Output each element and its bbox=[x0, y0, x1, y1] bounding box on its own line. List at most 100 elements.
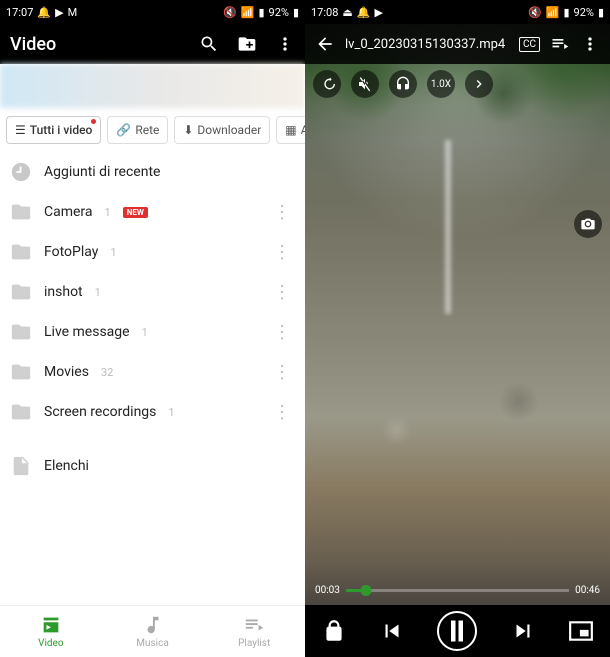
queue-icon[interactable] bbox=[550, 34, 570, 54]
document-icon bbox=[10, 455, 32, 477]
time-total: 00:46 bbox=[575, 585, 600, 596]
tab-label: Video bbox=[38, 638, 63, 649]
search-icon[interactable] bbox=[199, 34, 219, 54]
bell-icon: 🔔 bbox=[37, 6, 51, 19]
time-current: 00:03 bbox=[315, 585, 340, 596]
status-bar: 17:07 🔔 ▶ M 🔇 📶 ▮ 92% ▮ bbox=[0, 0, 305, 24]
folder-row[interactable]: Live message 1 ⋮ bbox=[0, 312, 305, 352]
tab-playlist[interactable]: Playlist bbox=[203, 606, 305, 657]
filter-chips: ☰ Tutti i video 🔗 Rete ⬇ Downloader ▦ Ap… bbox=[0, 108, 305, 152]
recent-row[interactable]: Aggiunti di recente bbox=[0, 152, 305, 192]
battery-icon: ▮ bbox=[598, 6, 604, 19]
folder-name: inshot bbox=[44, 284, 83, 300]
folder-icon bbox=[10, 361, 32, 383]
next-overlay-icon[interactable] bbox=[465, 70, 493, 98]
folder-count: 1 bbox=[105, 206, 111, 219]
playback-speed[interactable]: 1.0X bbox=[427, 70, 455, 98]
folder-count: 1 bbox=[95, 286, 101, 299]
folder-row[interactable]: Movies 32 ⋮ bbox=[0, 352, 305, 392]
mute-icon: 🔇 bbox=[528, 6, 542, 19]
pause-button[interactable] bbox=[437, 611, 477, 651]
row-more-icon[interactable]: ⋮ bbox=[269, 242, 295, 263]
app-bar: Video bbox=[0, 24, 305, 64]
folder-row[interactable]: Screen recordings 1 ⋮ bbox=[0, 392, 305, 432]
tab-video[interactable]: Video bbox=[0, 606, 102, 657]
folder-row[interactable]: Camera 1 NEW ⋮ bbox=[0, 192, 305, 232]
youtube-icon: ▶ bbox=[55, 6, 63, 19]
player-top-bar: lv_0_20230315130337.mp4 CC bbox=[305, 24, 610, 64]
chip-label: Tutti i video bbox=[30, 123, 93, 137]
row-more-icon[interactable]: ⋮ bbox=[269, 362, 295, 383]
screenshot-icon[interactable] bbox=[574, 210, 602, 238]
video-browser-panel: 17:07 🔔 ▶ M 🔇 📶 ▮ 92% ▮ Video ☰ Tutti i … bbox=[0, 0, 305, 657]
headphones-icon[interactable] bbox=[389, 70, 417, 98]
next-icon[interactable] bbox=[510, 618, 536, 644]
folder-row[interactable]: FotoPlay 1 ⋮ bbox=[0, 232, 305, 272]
recent-label: Aggiunti di recente bbox=[44, 164, 160, 180]
new-badge: NEW bbox=[123, 207, 148, 218]
folder-name: Screen recordings bbox=[44, 404, 156, 420]
player-overlay-row: 1.0X bbox=[313, 70, 493, 98]
clock-icon bbox=[10, 161, 32, 183]
list-icon: ☰ bbox=[15, 123, 26, 137]
wifi-icon: 📶 bbox=[546, 6, 560, 19]
more-icon[interactable] bbox=[580, 34, 600, 54]
tab-label: Musica bbox=[136, 638, 169, 649]
battery-text: 92% bbox=[269, 6, 289, 19]
wifi-icon: 📶 bbox=[241, 6, 255, 19]
folder-row[interactable]: inshot 1 ⋮ bbox=[0, 272, 305, 312]
video-filename: lv_0_20230315130337.mp4 bbox=[345, 37, 509, 52]
link-icon: 🔗 bbox=[116, 123, 131, 137]
chip-network[interactable]: 🔗 Rete bbox=[107, 116, 168, 144]
bell-icon: 🔔 bbox=[357, 6, 371, 19]
signal-icon: ▮ bbox=[258, 6, 264, 19]
folder-name: Camera bbox=[44, 204, 93, 220]
status-time: 17:07 bbox=[6, 6, 33, 19]
status-time: 17:08 bbox=[311, 6, 338, 19]
lists-row[interactable]: Elenchi bbox=[0, 446, 305, 486]
music-icon bbox=[142, 614, 164, 636]
video-surface[interactable] bbox=[305, 24, 610, 605]
folder-count: 32 bbox=[101, 366, 113, 379]
lists-label: Elenchi bbox=[44, 458, 89, 474]
back-icon[interactable] bbox=[315, 34, 335, 54]
chip-label: Downloader bbox=[197, 123, 261, 137]
seek-track[interactable] bbox=[346, 589, 569, 592]
seek-thumb[interactable] bbox=[360, 585, 371, 596]
previous-icon[interactable] bbox=[379, 618, 405, 644]
seek-bar[interactable]: 00:03 00:46 bbox=[305, 575, 610, 605]
new-folder-icon[interactable] bbox=[237, 34, 257, 54]
youtube-icon: ▶ bbox=[375, 6, 383, 19]
row-more-icon[interactable]: ⋮ bbox=[269, 282, 295, 303]
folder-name: FotoPlay bbox=[44, 244, 98, 260]
video-frame bbox=[305, 24, 610, 605]
subtitles-icon[interactable]: CC bbox=[519, 37, 540, 52]
folder-icon bbox=[10, 241, 32, 263]
battery-text: 92% bbox=[574, 6, 594, 19]
gmail-icon: M bbox=[68, 6, 78, 19]
lock-icon[interactable] bbox=[321, 618, 347, 644]
chip-label: Rete bbox=[135, 123, 159, 137]
app-title: Video bbox=[10, 34, 56, 55]
folder-count: 1 bbox=[142, 326, 148, 339]
rotate-icon[interactable] bbox=[313, 70, 341, 98]
mute-toggle-icon[interactable] bbox=[351, 70, 379, 98]
ad-banner[interactable] bbox=[0, 64, 305, 108]
row-more-icon[interactable]: ⋮ bbox=[269, 402, 295, 423]
tab-music[interactable]: Musica bbox=[102, 606, 204, 657]
notif-icon: ⏏ bbox=[342, 6, 352, 19]
pip-icon[interactable] bbox=[568, 618, 594, 644]
row-more-icon[interactable]: ⋮ bbox=[269, 322, 295, 343]
player-controls bbox=[305, 605, 610, 657]
folder-list: Aggiunti di recente Camera 1 NEW ⋮ FotoP… bbox=[0, 152, 305, 605]
chip-apps[interactable]: ▦ Applic bbox=[276, 116, 305, 144]
chip-all-videos[interactable]: ☰ Tutti i video bbox=[6, 116, 101, 144]
more-icon[interactable] bbox=[275, 34, 295, 54]
row-more-icon[interactable]: ⋮ bbox=[269, 202, 295, 223]
folder-icon bbox=[10, 281, 32, 303]
signal-icon: ▮ bbox=[563, 6, 569, 19]
video-icon bbox=[40, 614, 62, 636]
video-player-panel: 17:08 ⏏ 🔔 ▶ 🔇 📶 ▮ 92% ▮ lv_0_20230315130… bbox=[305, 0, 610, 657]
chip-downloader[interactable]: ⬇ Downloader bbox=[174, 116, 270, 144]
folder-count: 1 bbox=[110, 246, 116, 259]
